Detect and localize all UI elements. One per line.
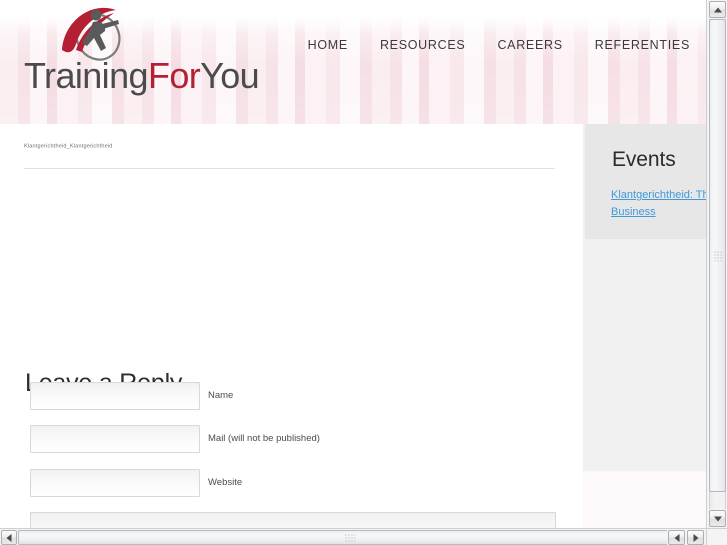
logo-word-you: You — [200, 55, 260, 96]
website-label: Website — [208, 477, 243, 488]
scroll-down-arrow-icon[interactable] — [709, 510, 726, 527]
scroll-left-arrow-icon[interactable] — [1, 530, 17, 545]
name-input[interactable] — [30, 382, 200, 410]
nav-item-careers[interactable]: CAREERS — [481, 34, 578, 56]
nav-item-resources[interactable]: RESOURCES — [364, 34, 481, 56]
logo-word-training: Training — [24, 55, 149, 96]
horizontal-scrollbar-thumb[interactable] — [18, 530, 681, 545]
comment-textarea[interactable] — [30, 512, 556, 528]
scrollbar-grip-icon — [344, 533, 355, 542]
browser-window: TrainingForYou HOME RESOURCES CAREERS REFER… — [0, 0, 727, 545]
scrollbar-corner — [706, 528, 727, 545]
events-widget: Events Klantgerichtheid: The Business — [585, 124, 706, 239]
email-label: Mail (will not be published) — [208, 433, 320, 444]
sidebar-footer-area — [583, 471, 706, 528]
vertical-scrollbar[interactable] — [706, 0, 727, 528]
website-input[interactable] — [30, 469, 200, 497]
sidebar-column: Events Klantgerichtheid: The Business — [583, 124, 706, 471]
events-link-item[interactable]: Klantgerichtheid: The Business — [611, 187, 706, 221]
main-content: Klantgerichtheid_Klantgerichtheid Leave … — [0, 124, 581, 528]
scroll-right-arrow-icon[interactable] — [687, 530, 704, 545]
horizontal-scrollbar-arrow-group — [667, 528, 706, 545]
email-input[interactable] — [30, 425, 200, 453]
horizontal-scrollbar[interactable] — [0, 528, 684, 545]
logo-word-for: For — [147, 55, 201, 96]
nav-item-referenties[interactable]: REFERENTIES — [579, 34, 706, 56]
name-label: Name — [208, 390, 234, 401]
main-navigation: HOME RESOURCES CAREERS REFERENTIES — [292, 34, 706, 56]
sidebar: Events Klantgerichtheid: The Business — [581, 124, 706, 528]
scrollbar-grip-icon — [713, 250, 722, 261]
site-logo-wordmark: TrainingForYou — [24, 54, 274, 98]
breadcrumb: Klantgerichtheid_Klantgerichtheid — [24, 143, 113, 150]
page-body: Klantgerichtheid_Klantgerichtheid Leave … — [0, 124, 706, 528]
vertical-scrollbar-thumb[interactable] — [709, 19, 726, 492]
nav-item-home[interactable]: HOME — [292, 34, 364, 56]
content-divider — [24, 168, 555, 169]
page-viewport: TrainingForYou HOME RESOURCES CAREERS REFER… — [0, 0, 706, 528]
scroll-left-arrow-icon-2[interactable] — [668, 530, 685, 545]
site-logo[interactable]: TrainingForYou — [24, 4, 274, 112]
site-header: TrainingForYou HOME RESOURCES CAREERS REFER… — [0, 0, 706, 124]
scroll-up-arrow-icon[interactable] — [709, 1, 726, 18]
events-widget-title: Events — [612, 148, 676, 171]
